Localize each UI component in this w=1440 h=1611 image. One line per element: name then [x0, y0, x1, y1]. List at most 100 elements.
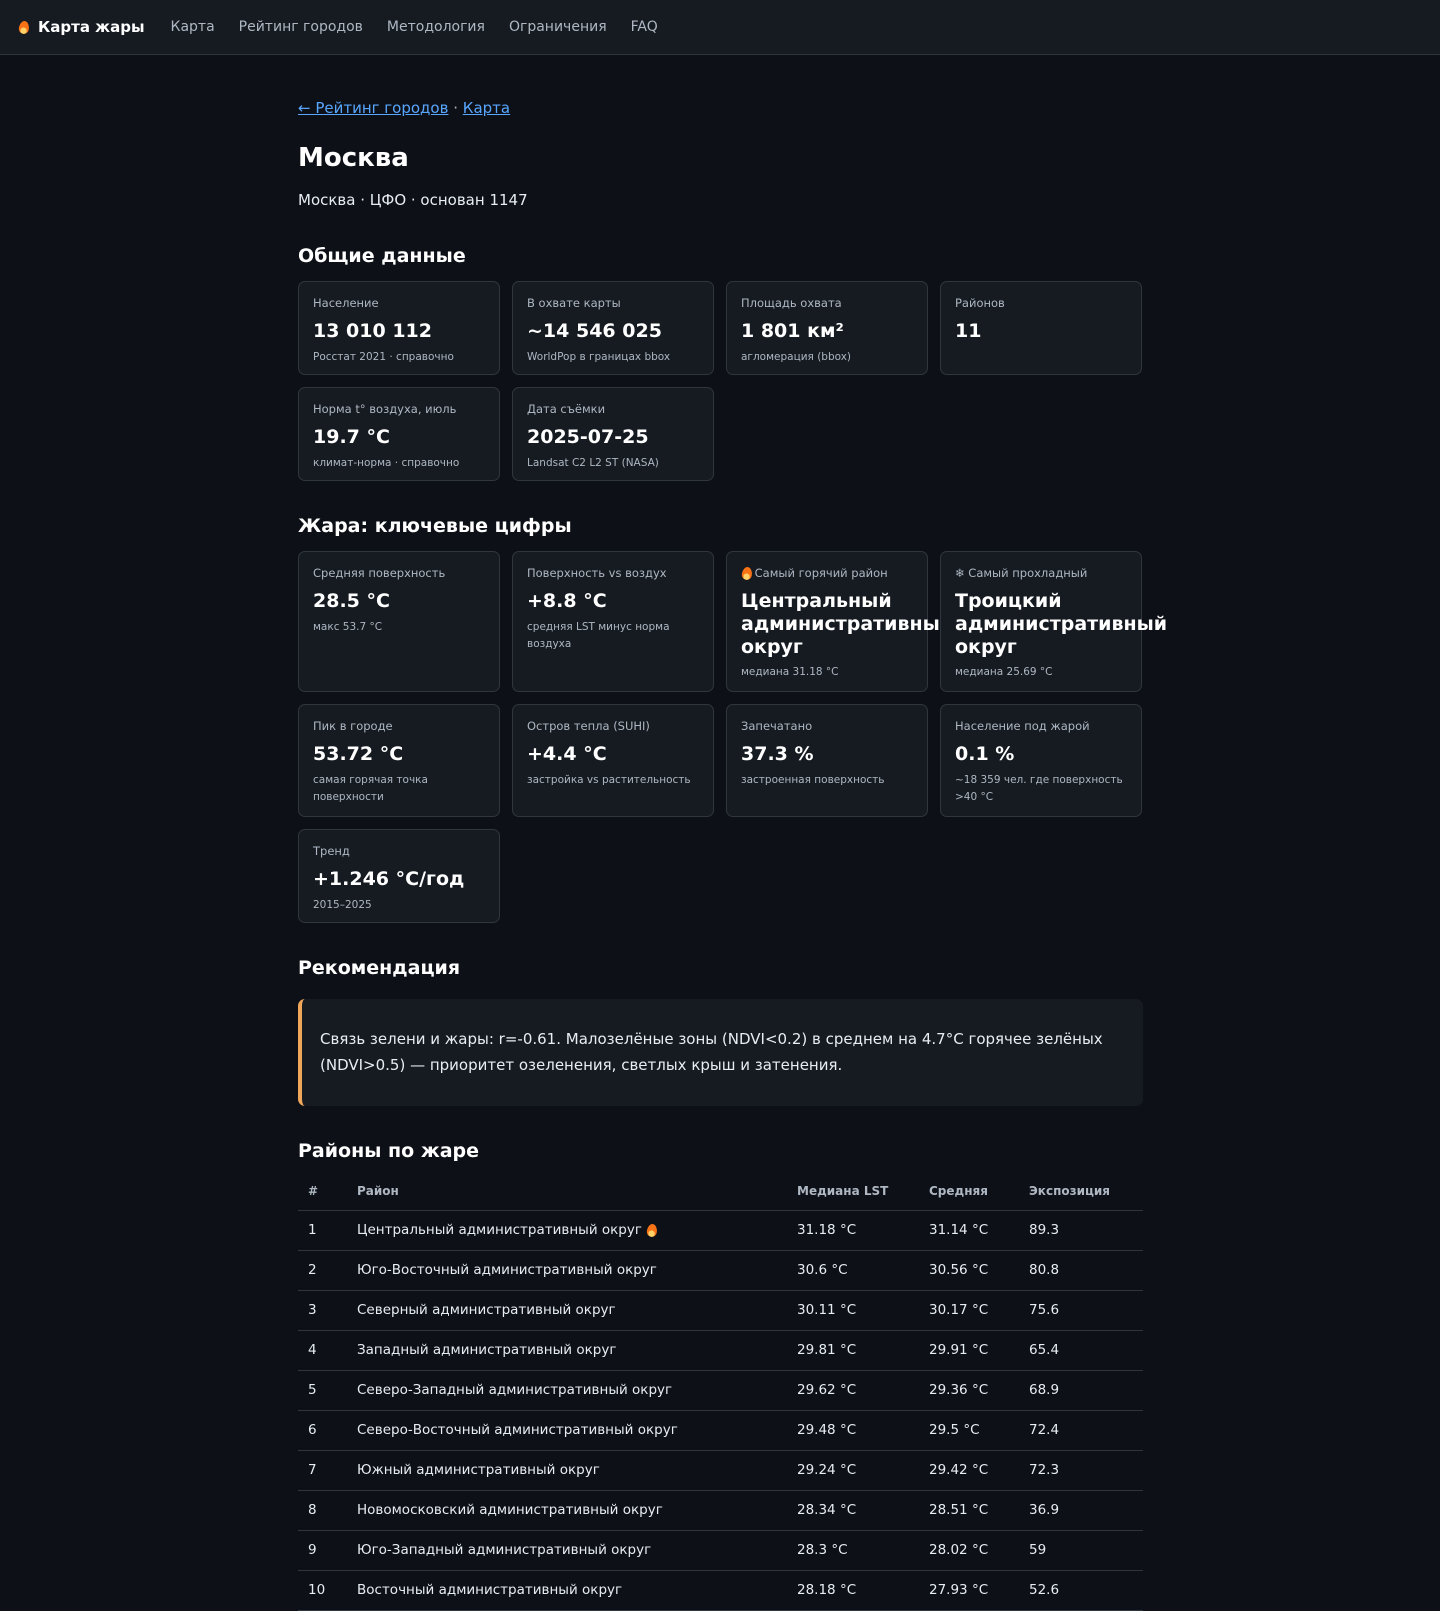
cell-median: 29.24 °C [787, 1450, 919, 1491]
cell-rank: 10 [298, 1570, 347, 1611]
cell-median: 28.34 °C [787, 1490, 919, 1531]
stat-label: Запечатано [741, 719, 813, 733]
stat-card-area: Площадь охвата 1 801 км² агломерация (bb… [726, 281, 928, 375]
stat-card-surface-vs-air: Поверхность vs воздух +8.8 °C средняя LS… [512, 551, 714, 692]
cell-exposure: 52.6 [1019, 1570, 1143, 1611]
cell-median: 29.48 °C [787, 1410, 919, 1451]
cell-exposure: 75.6 [1019, 1290, 1143, 1331]
column-header-rank[interactable]: # [298, 1184, 347, 1211]
stat-label: Население [313, 296, 379, 310]
breadcrumb-map-link[interactable]: Карта [463, 99, 510, 117]
cell-district: Северный административный округ [347, 1290, 787, 1331]
table-row[interactable]: 4 Западный административный округ 29.81 … [298, 1330, 1143, 1371]
cell-district: Западный административный округ [347, 1330, 787, 1371]
stat-note: макс 53.7 °C [313, 620, 383, 633]
stat-card-population-heat: Население под жарой 0.1 % ~18 359 чел. г… [940, 704, 1142, 817]
table-header-row: # Район Медиана LST Средняя Экспозиция [298, 1184, 1143, 1211]
stat-label: Самый горячий район [754, 566, 888, 580]
district-name: Центральный административный округ [357, 1222, 642, 1238]
stat-value: 37.3 % [741, 743, 814, 765]
stat-card-trend: Тренд +1.246 °C/год 2015–2025 [298, 829, 500, 923]
stat-card-coolest-district: ❄ Самый прохладный Троицкий администрати… [940, 551, 1167, 692]
cell-district: Северо-Западный административный округ [347, 1370, 787, 1411]
districts-table: # Район Медиана LST Средняя Экспозиция 1… [298, 1184, 1143, 1611]
flame-icon [18, 20, 30, 35]
table-row[interactable]: 7 Южный административный округ 29.24 °C … [298, 1450, 1143, 1491]
brand-link[interactable]: Карта жары [18, 18, 145, 36]
column-header-mean[interactable]: Средняя [919, 1184, 1019, 1211]
nav-link-limitations[interactable]: Ограничения [509, 19, 607, 35]
stat-card-population: Население 13 010 112 Росстат 2021 · спра… [298, 281, 500, 375]
city-page: ← Рейтинг городов · Карта Москва Москва … [298, 55, 1167, 1611]
cell-median: 30.11 °C [787, 1290, 919, 1331]
breadcrumb-back-link[interactable]: ← Рейтинг городов [298, 99, 448, 117]
stat-label: Тренд [313, 844, 350, 858]
table-row[interactable]: 6 Северо-Восточный административный окру… [298, 1410, 1143, 1451]
stat-note: ~18 359 чел. где поверхность >40 °C [955, 773, 1123, 804]
heat-cards: Средняя поверхность 28.5 °C макс 53.7 °C… [298, 551, 1167, 923]
table-row[interactable]: 1 Центральный административный округ 31.… [298, 1210, 1143, 1251]
cell-rank: 8 [298, 1490, 347, 1531]
stat-card-capture-date: Дата съёмки 2025-07-25 Landsat C2 L2 ST … [512, 387, 714, 481]
cell-mean: 28.02 °C [919, 1530, 1019, 1571]
cell-rank: 7 [298, 1450, 347, 1491]
table-row[interactable]: 8 Новомосковский административный округ … [298, 1490, 1143, 1531]
stat-note: Landsat C2 L2 ST (NASA) [527, 456, 659, 469]
nav-link-methodology[interactable]: Методология [387, 19, 485, 35]
cell-mean: 28.51 °C [919, 1490, 1019, 1531]
stat-value: 28.5 °C [313, 590, 390, 612]
cell-district: Новомосковский административный округ [347, 1490, 787, 1531]
cell-mean: 30.56 °C [919, 1250, 1019, 1291]
cell-rank: 2 [298, 1250, 347, 1291]
table-row[interactable]: 5 Северо-Западный административный округ… [298, 1370, 1143, 1411]
table-row[interactable]: 3 Северный административный округ 30.11 … [298, 1290, 1143, 1331]
stat-value: +8.8 °C [527, 590, 607, 612]
stat-note: 2015–2025 [313, 898, 372, 911]
table-row[interactable]: 9 Юго-Западный административный округ 28… [298, 1530, 1143, 1571]
nav-link-faq[interactable]: FAQ [631, 19, 658, 35]
stat-value: 53.72 °C [313, 743, 404, 765]
cell-median: 31.18 °C [787, 1210, 919, 1251]
stat-value: ~14 546 025 [527, 320, 662, 342]
stat-card-mean-surface: Средняя поверхность 28.5 °C макс 53.7 °C [298, 551, 500, 692]
recommendation-callout: Связь зелени и жары: r=-0.61. Малозелёны… [298, 999, 1143, 1106]
section-districts-heading: Районы по жаре [298, 1140, 480, 1162]
cell-rank: 1 [298, 1210, 347, 1251]
stat-value: 11 [955, 320, 982, 342]
general-cards: Население 13 010 112 Росстат 2021 · спра… [298, 281, 1143, 481]
column-header-exposure[interactable]: Экспозиция [1019, 1184, 1143, 1211]
stat-value: 13 010 112 [313, 320, 432, 342]
stat-label: Остров тепла (SUHI) [527, 719, 650, 733]
cell-median: 30.6 °C [787, 1250, 919, 1291]
cell-exposure: 72.4 [1019, 1410, 1143, 1451]
snowflake-icon: ❄ [955, 566, 965, 580]
stat-value: Троицкий административный округ [955, 590, 1168, 658]
nav-link-map[interactable]: Карта [171, 19, 215, 35]
stat-label: Самый прохладный [968, 566, 1088, 580]
column-header-district[interactable]: Район [347, 1184, 787, 1211]
cell-district: Центральный административный округ [347, 1210, 787, 1251]
nav-link-city-rating[interactable]: Рейтинг городов [239, 19, 363, 35]
stat-card-hottest-district: Самый горячий район Центральный админист… [726, 551, 953, 692]
stat-note: застроенная поверхность [741, 773, 885, 786]
column-header-median-lst[interactable]: Медиана LST [787, 1184, 919, 1211]
cell-rank: 3 [298, 1290, 347, 1331]
stat-note: самая горячая точка поверхности [313, 773, 428, 804]
table-row[interactable]: 2 Юго-Восточный административный округ 3… [298, 1250, 1143, 1291]
section-heat-heading: Жара: ключевые цифры [298, 515, 572, 537]
breadcrumb-separator: · [453, 99, 459, 117]
stat-card-peak: Пик в городе 53.72 °C самая горячая точк… [298, 704, 500, 817]
section-general-heading: Общие данные [298, 245, 466, 267]
cell-exposure: 59 [1019, 1530, 1143, 1571]
stat-label: Население под жарой [955, 719, 1090, 733]
cell-median: 28.18 °C [787, 1570, 919, 1611]
stat-card-coverage: В охвате карты ~14 546 025 WorldPop в гр… [512, 281, 714, 375]
cell-median: 29.81 °C [787, 1330, 919, 1371]
breadcrumb: ← Рейтинг городов · Карта [298, 99, 1143, 117]
table-row[interactable]: 10 Восточный административный округ 28.1… [298, 1570, 1143, 1611]
cell-mean: 31.14 °C [919, 1210, 1019, 1251]
stat-card-suhi: Остров тепла (SUHI) +4.4 °C застройка vs… [512, 704, 714, 817]
stat-label: Средняя поверхность [313, 566, 446, 580]
cell-district: Восточный административный округ [347, 1570, 787, 1611]
cell-median: 29.62 °C [787, 1370, 919, 1411]
